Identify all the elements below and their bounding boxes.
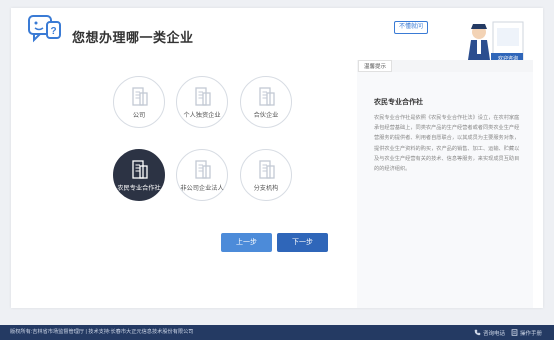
company-type-partnership[interactable]: 合伙企业 [240,76,292,128]
building-icon [132,87,148,106]
page-title: 您想办理哪一类企业 [72,30,194,45]
tip-body: 农民专业合作社是依照《农民专业合作社法》设立，在农村家庭承包经营基础上，同类农产… [374,115,520,173]
company-type-label: 非公司企业法人 [180,185,224,192]
hotline-link[interactable]: 咨询电话 [483,329,505,337]
question-chat-icon: ? [28,15,61,43]
tip-tag: 温馨提示 [358,60,393,72]
building-icon [259,87,275,106]
company-type-farmer-cooperative[interactable]: 农民专业合作社 [113,149,165,201]
building-icon [195,160,211,179]
manual-link[interactable]: 操作手册 [520,329,542,337]
building-icon [195,87,211,106]
company-type-company[interactable]: 公司 [113,76,165,128]
company-type-sole-proprietorship[interactable]: 个人独资企业 [176,76,228,128]
company-type-label: 合伙企业 [253,112,279,119]
tip-title: 农民专业合作社 [374,99,423,106]
building-icon [132,160,148,179]
footer-copyright: 版权所有:吉林省市场监督管理厅 | 技术支持:长春市大正元信息技术股份有限公司 [10,329,194,335]
company-type-non-company-legal-person[interactable]: 非公司企业法人 [176,149,228,201]
tip-panel [357,72,533,308]
help-bubble[interactable]: 不懂就问 [394,21,429,34]
svg-text:?: ? [50,26,56,37]
company-type-label: 公司 [132,112,146,119]
footer: 版权所有:吉林省市场监督管理厅 | 技术支持:长春市大正元信息技术股份有限公司 … [0,325,554,340]
footer-links: 咨询电话 操作手册 [468,325,542,340]
phone-icon [474,329,481,336]
company-type-label: 农民专业合作社 [117,185,161,192]
next-step-button[interactable]: 下一步 [277,233,328,252]
manual-icon [511,329,518,336]
company-type-label: 个人独资企业 [183,112,221,119]
prev-step-button[interactable]: 上一步 [221,233,272,252]
company-type-label: 分支机构 [253,185,279,192]
company-type-branch-office[interactable]: 分支机构 [240,149,292,201]
building-icon [259,160,275,179]
